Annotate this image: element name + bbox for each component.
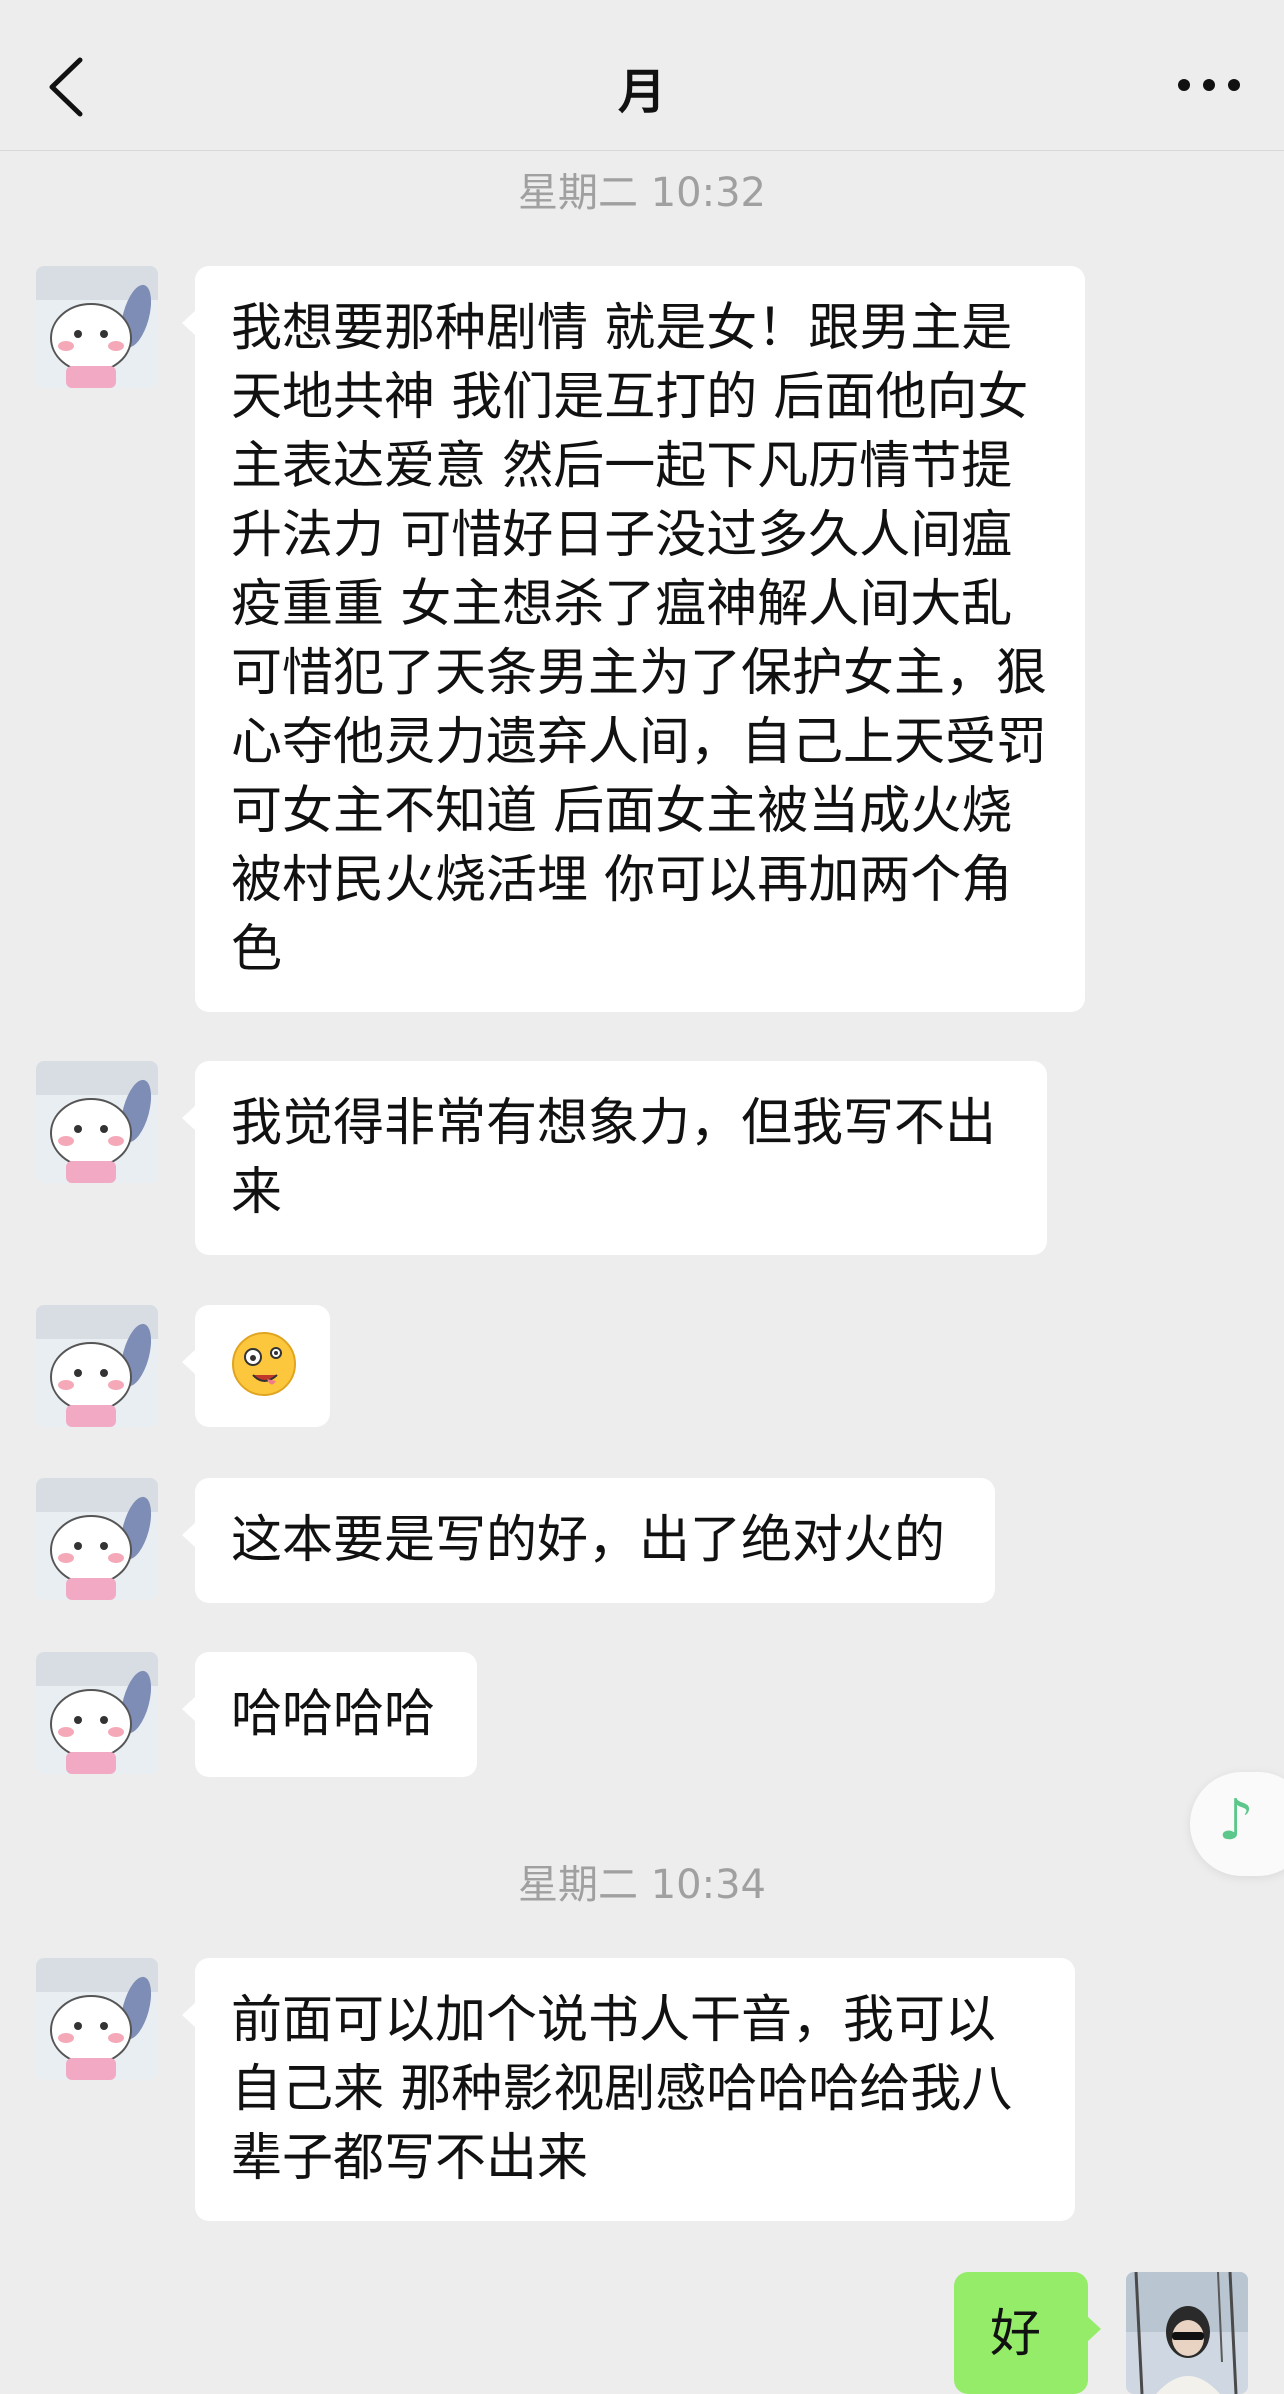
cat-avatar-icon <box>36 1305 158 1427</box>
emoji-message-bubble[interactable] <box>182 1305 330 1427</box>
timestamp: 星期二 10:34 <box>518 1862 766 1908</box>
cat-avatar-icon <box>36 1061 158 1183</box>
chat-title: 月 <box>617 64 666 120</box>
cat-avatar-icon <box>36 1478 158 1600</box>
contact-avatar[interactable] <box>36 266 158 388</box>
cat-avatar-icon <box>36 1652 158 1774</box>
cat-avatar-icon <box>36 1958 158 2080</box>
more-button[interactable] <box>1174 55 1244 115</box>
message-text: 哈哈哈哈 <box>231 1685 436 1744</box>
message-bubble[interactable]: 前面可以加个说书人干音，我可以自己来 那种影视剧感哈哈哈给我八辈子都写不出来 <box>182 1958 1075 2221</box>
message-bubble[interactable]: 我觉得非常有想象力，但我写不出来 <box>182 1061 1047 1255</box>
cat-avatar-icon <box>36 266 158 388</box>
user-avatar[interactable] <box>1126 2272 1248 2394</box>
outgoing-message-bubble[interactable]: 好 <box>954 2272 1101 2394</box>
zany-face-icon <box>232 1332 296 1396</box>
message-bubble[interactable]: 哈哈哈哈 <box>182 1652 477 1777</box>
message-bubble[interactable]: 这本要是写的好，出了绝对火的 <box>182 1478 995 1603</box>
timestamp: 星期二 10:32 <box>518 170 766 216</box>
more-dots-icon <box>1178 79 1240 91</box>
user-photo-icon <box>1126 2272 1248 2394</box>
message-text: 我想要那种剧情 就是女！跟男主是天地共神 我们是互打的 后面他向女主表达爱意 然… <box>231 299 1048 979</box>
message-text: 好 <box>990 2305 1042 2364</box>
message-bubble[interactable]: 我想要那种剧情 就是女！跟男主是天地共神 我们是互打的 后面他向女主表达爱意 然… <box>182 266 1085 1012</box>
music-note-icon: ♪ <box>1218 1788 1254 1853</box>
message-text: 我觉得非常有想象力，但我写不出来 <box>231 1094 997 1222</box>
contact-avatar[interactable] <box>36 1652 158 1774</box>
contact-avatar[interactable] <box>36 1958 158 2080</box>
chat-header: 月 <box>0 0 1284 151</box>
contact-avatar[interactable] <box>36 1061 158 1183</box>
contact-avatar[interactable] <box>36 1478 158 1600</box>
message-text: 前面可以加个说书人干音，我可以自己来 那种影视剧感哈哈哈给我八辈子都写不出来 <box>231 1991 1013 2188</box>
message-text: 这本要是写的好，出了绝对火的 <box>231 1511 946 1570</box>
contact-avatar[interactable] <box>36 1305 158 1427</box>
